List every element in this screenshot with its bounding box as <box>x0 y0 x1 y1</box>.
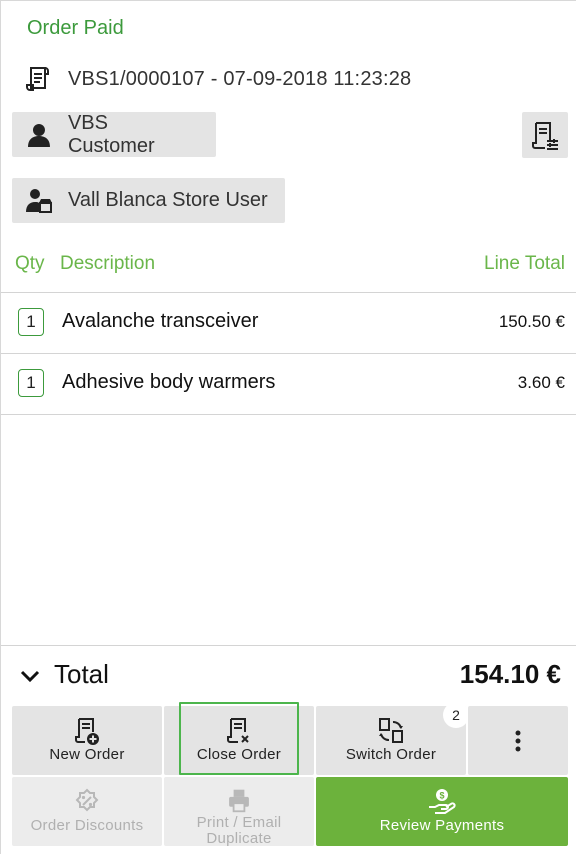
line-description: Avalanche transceiver <box>62 310 259 332</box>
payment-hand-icon: $ <box>429 789 456 814</box>
receipt-switch-icon <box>379 718 403 743</box>
discount-icon <box>75 788 99 812</box>
person-icon <box>27 123 50 147</box>
customer-button[interactable]: VBS Customer <box>12 112 216 157</box>
order-status: Order Paid <box>27 17 124 39</box>
document-number: VBS1/0000107 - 07-09-2018 11:23:28 <box>68 67 412 90</box>
printer-icon <box>229 789 249 813</box>
order-discounts-button[interactable]: Order Discounts <box>12 777 162 846</box>
receipt-settings-icon <box>532 122 558 150</box>
order-lines: 1 Avalanche transceiver 150.50 € 1 Adhes… <box>1 293 576 415</box>
line-qty: 1 <box>18 308 44 336</box>
lines-header: Qty Description Line Total <box>1 253 576 293</box>
receipt-icon <box>26 67 49 91</box>
user-button[interactable]: Vall Blanca Store User <box>12 178 285 223</box>
user-name: Vall Blanca Store User <box>68 189 268 211</box>
order-panel: Order Paid VBS1/0000107 - 07-09-2018 11:… <box>0 0 576 854</box>
header-description: Description <box>60 253 156 274</box>
open-orders-badge: 2 <box>443 702 469 728</box>
line-amount: 150.50 € <box>498 312 565 331</box>
total-value: 154.10 € <box>459 659 561 689</box>
order-line[interactable]: 1 Avalanche transceiver 150.50 € <box>1 293 576 354</box>
print-email-label: Print / Email <box>196 814 282 831</box>
document-info: VBS1/0000107 - 07-09-2018 11:23:28 <box>25 65 411 93</box>
customer-menu-button[interactable] <box>522 112 568 158</box>
more-actions-button[interactable] <box>468 706 568 775</box>
review-payments-label: Review Payments <box>379 817 505 834</box>
switch-order-label: Switch Order <box>345 746 437 763</box>
review-payments-button[interactable]: $ Review Payments <box>316 777 568 846</box>
switch-order-button[interactable]: Switch Order 2 <box>316 702 469 775</box>
header-qty: Qty <box>15 253 45 274</box>
new-order-button[interactable]: New Order <box>12 706 162 775</box>
header-line-total: Line Total <box>484 253 565 274</box>
more-vertical-icon <box>515 730 521 751</box>
svg-text:$: $ <box>439 791 444 801</box>
new-order-label: New Order <box>49 746 125 763</box>
close-order-label: Close Order <box>196 746 282 763</box>
total-label: Total <box>54 659 109 689</box>
print-email-button[interactable]: Print / Email Duplicate <box>164 777 314 846</box>
order-discounts-label: Order Discounts <box>30 817 144 834</box>
line-description: Adhesive body warmers <box>62 371 276 393</box>
customer-name: VBS Customer <box>67 111 155 157</box>
store-user-icon <box>26 188 52 213</box>
total-row: Total 154.10 € <box>1 653 576 699</box>
chevron-down-icon[interactable] <box>19 665 41 687</box>
receipt-close-icon <box>227 718 249 743</box>
close-order-button[interactable]: Close Order <box>164 702 314 775</box>
line-qty: 1 <box>18 369 44 397</box>
order-line[interactable]: 1 Adhesive body warmers 3.60 € <box>1 354 576 415</box>
lines-divider <box>1 645 576 646</box>
line-amount: 3.60 € <box>517 373 565 392</box>
print-duplicate-label: Duplicate <box>206 830 272 847</box>
receipt-add-icon <box>75 718 99 745</box>
